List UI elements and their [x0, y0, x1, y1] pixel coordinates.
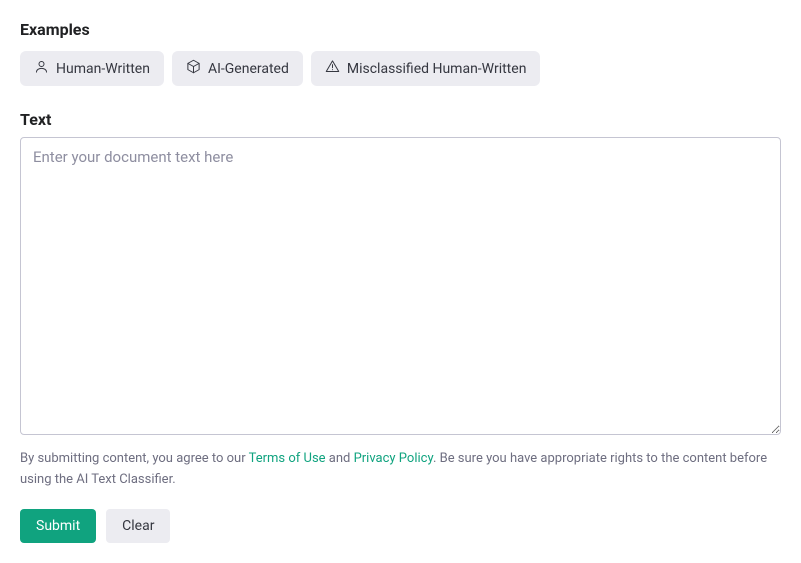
examples-heading: Examples	[20, 20, 781, 39]
example-ai-generated-chip[interactable]: AI-Generated	[172, 51, 303, 86]
privacy-policy-link[interactable]: Privacy Policy	[354, 451, 433, 466]
chip-label: Misclassified Human-Written	[347, 61, 527, 77]
chip-label: Human-Written	[56, 61, 150, 77]
disclaimer-text: By submitting content, you agree to our …	[20, 449, 781, 491]
cube-icon	[186, 59, 201, 78]
text-label: Text	[20, 110, 781, 129]
disclaimer-and: and	[326, 451, 354, 466]
terms-of-use-link[interactable]: Terms of Use	[249, 451, 326, 466]
warning-icon	[325, 59, 340, 78]
example-misclassified-chip[interactable]: Misclassified Human-Written	[311, 51, 541, 86]
submit-button[interactable]: Submit	[20, 509, 96, 543]
clear-button[interactable]: Clear	[106, 509, 170, 543]
document-text-input[interactable]	[20, 137, 781, 435]
user-icon	[34, 59, 49, 78]
action-buttons: Submit Clear	[20, 509, 781, 543]
example-human-written-chip[interactable]: Human-Written	[20, 51, 164, 86]
example-chips-row: Human-Written AI-Generated Misclassified…	[20, 51, 781, 86]
disclaimer-prefix: By submitting content, you agree to our	[20, 451, 249, 466]
chip-label: AI-Generated	[208, 61, 289, 77]
